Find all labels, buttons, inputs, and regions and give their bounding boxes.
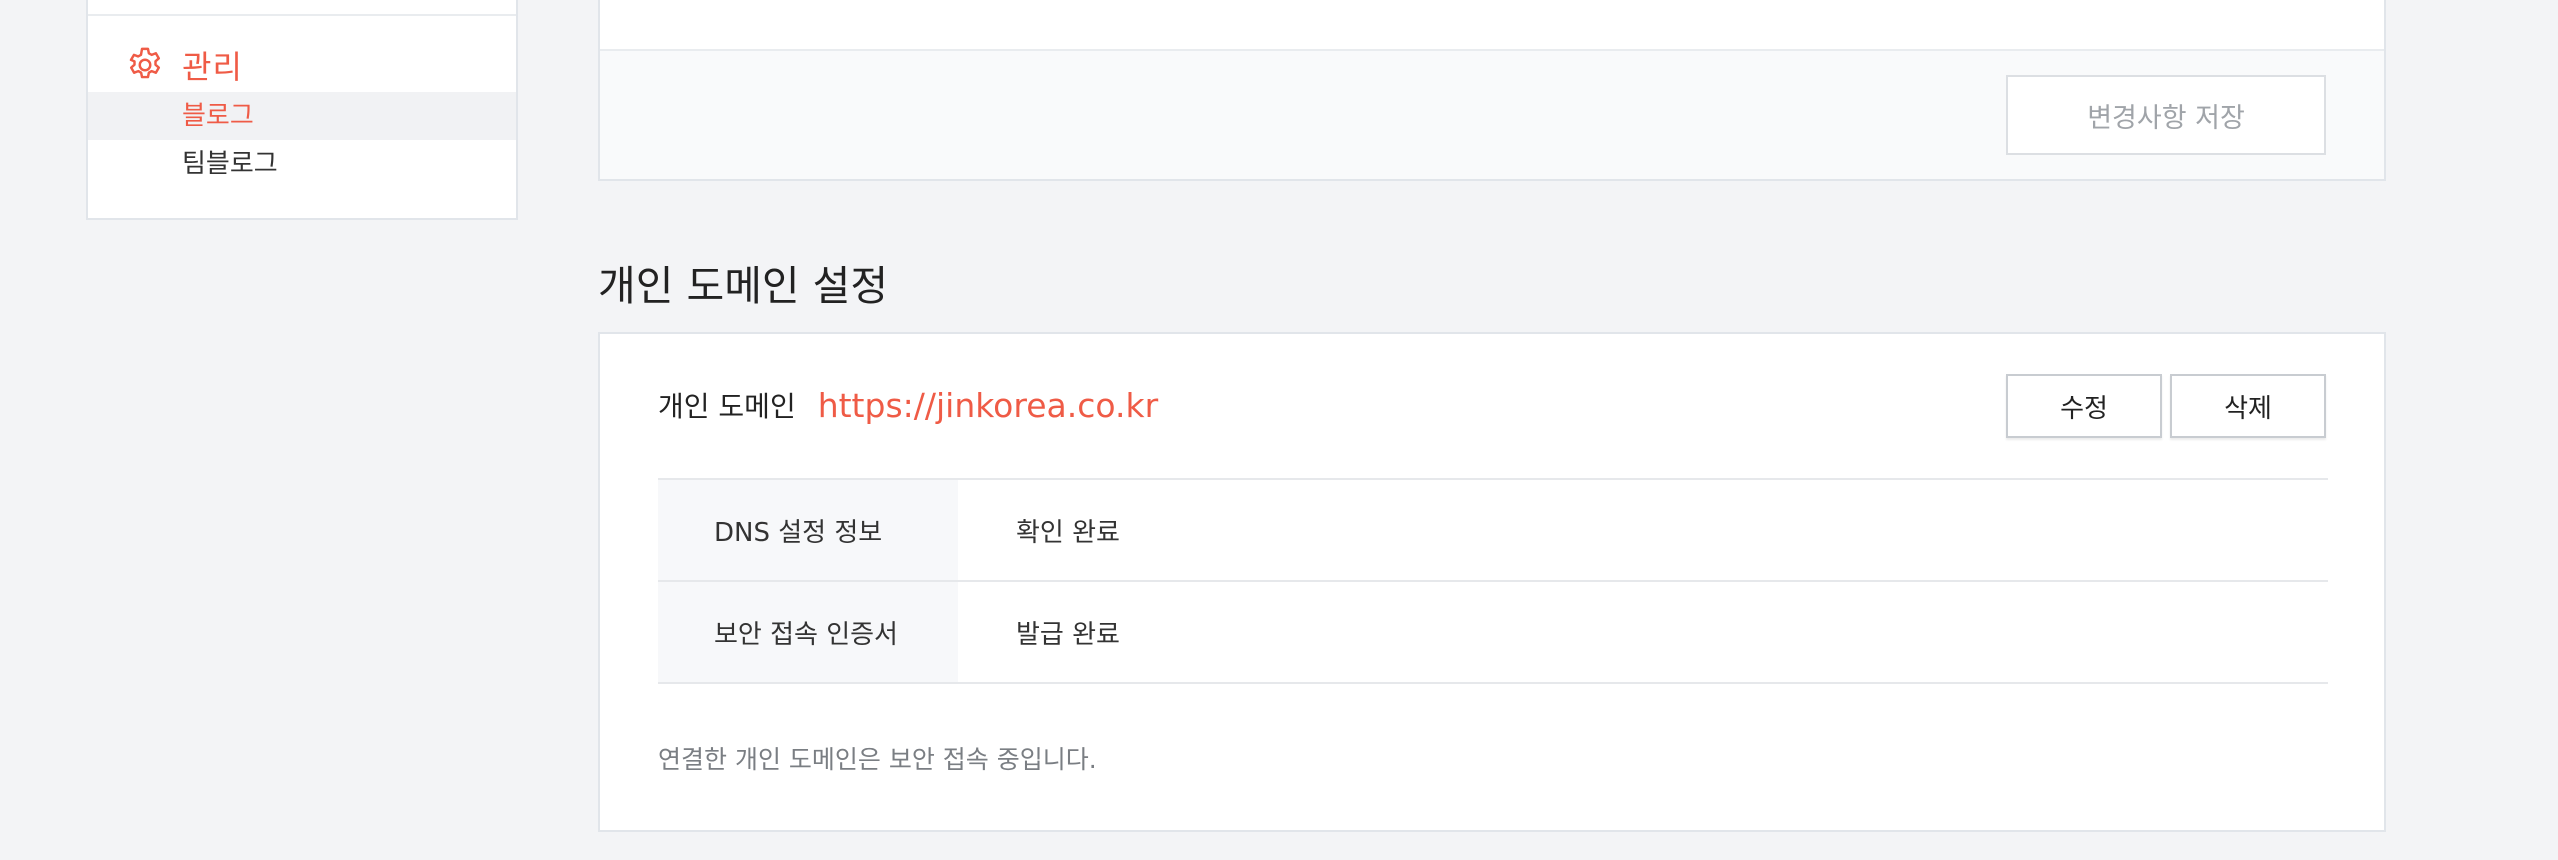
- certificate-value: 발급 완료: [1016, 619, 1120, 650]
- delete-button[interactable]: 삭제: [2170, 374, 2326, 438]
- domain-label: 개인 도메인: [658, 390, 796, 423]
- domain-info-table: DNS 설정 정보 확인 완료 보안 접속 인증서 발급 완료: [658, 478, 2328, 684]
- save-changes-button[interactable]: 변경사항 저장: [2006, 75, 2326, 155]
- table-row: 보안 접속 인증서 발급 완료: [658, 581, 2328, 683]
- settings-panel: 변경사항 저장: [598, 0, 2386, 181]
- certificate-header: 보안 접속 인증서: [658, 581, 958, 683]
- domain-url-link[interactable]: https://jinkorea.co.kr: [818, 386, 1158, 425]
- sidebar: 관리 블로그 팀블로그: [86, 0, 518, 220]
- table-row: DNS 설정 정보 확인 완료: [658, 479, 2328, 581]
- section-title: 개인 도메인 설정: [598, 262, 889, 310]
- sidebar-divider: [88, 14, 516, 16]
- edit-button[interactable]: 수정: [2006, 374, 2162, 438]
- gear-icon: [129, 47, 161, 79]
- settings-panel-footer: 변경사항 저장: [600, 49, 2384, 179]
- security-notice: 연결한 개인 도메인은 보안 접속 중입니다.: [658, 745, 1097, 774]
- dns-info-header: DNS 설정 정보: [658, 479, 958, 581]
- sidebar-group-manage[interactable]: 관리: [124, 42, 243, 88]
- dns-info-value: 확인 완료: [1016, 517, 1120, 548]
- domain-panel: 개인 도메인 https://jinkorea.co.kr 수정 삭제 DNS …: [598, 332, 2386, 832]
- sidebar-group-label: 관리: [182, 48, 243, 86]
- sidebar-item-teamblog[interactable]: 팀블로그: [88, 140, 516, 188]
- domain-row: 개인 도메인 https://jinkorea.co.kr: [658, 370, 1158, 440]
- sidebar-item-blog[interactable]: 블로그: [88, 92, 516, 140]
